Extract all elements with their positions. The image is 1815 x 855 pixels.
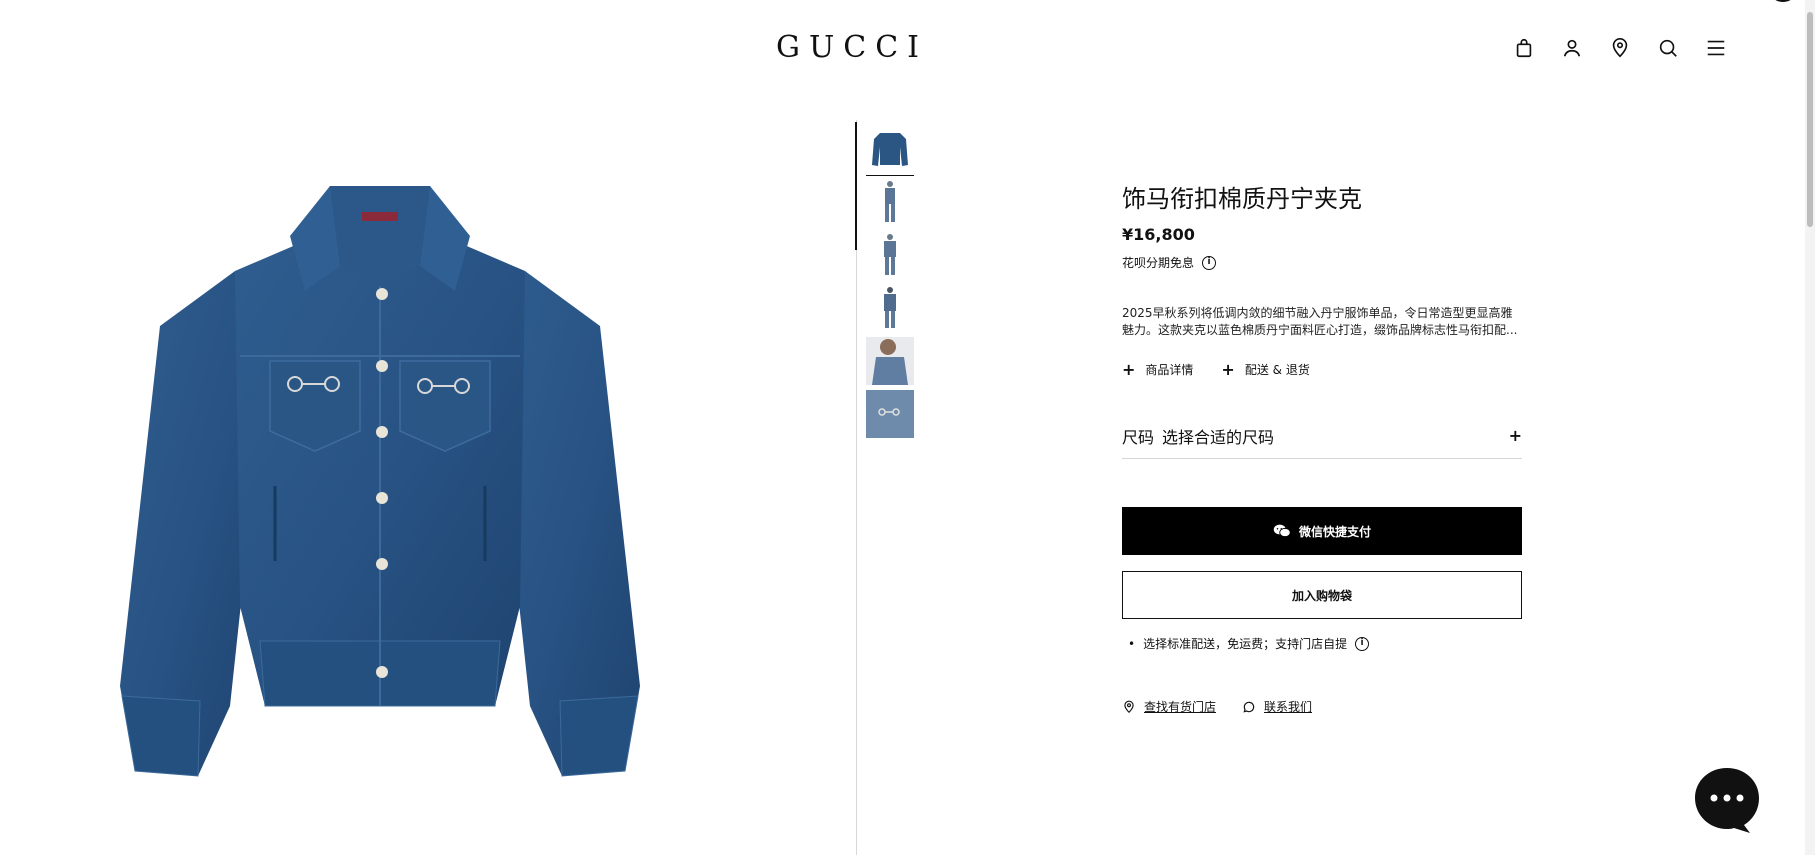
- size-selector-label: 尺码 选择合适的尺码: [1122, 424, 1282, 448]
- thumbnail-horsebit-detail[interactable]: [866, 390, 914, 438]
- find-store-link[interactable]: 查找有货门店: [1122, 698, 1216, 715]
- product-description: 2025早秋系列将低调内敛的细节融入丹宁服饰单品，令日常造型更显高雅 魅力。这款…: [1122, 305, 1522, 339]
- plus-icon: +: [1508, 426, 1522, 445]
- denim-jacket-image: [120, 186, 640, 777]
- description-line-1: 2025早秋系列将低调内敛的细节融入丹宁服饰单品，令日常造型更显高雅: [1122, 306, 1513, 320]
- add-to-bag-label: 加入购物袋: [1291, 588, 1352, 603]
- shopping-bag-icon[interactable]: [1512, 36, 1536, 60]
- shipping-note: • 选择标准配送，免运费；支持门店自提 i: [1122, 635, 1522, 652]
- site-header: GUCCI: [0, 0, 1815, 96]
- store-links: 查找有货门店 联系我们: [1122, 698, 1522, 715]
- thumbnail-model-side[interactable]: [866, 231, 914, 279]
- shipping-returns-link[interactable]: + 配送 & 退货: [1221, 361, 1309, 378]
- bullet: •: [1128, 636, 1136, 651]
- find-store-label: 查找有货门店: [1144, 700, 1217, 714]
- shipping-returns-label: 配送 & 退货: [1244, 363, 1310, 377]
- size-label: 尺码: [1122, 428, 1155, 447]
- thumbnail-model-closeup[interactable]: [866, 337, 914, 385]
- thumbnail-jacket-front[interactable]: [866, 125, 914, 176]
- size-placeholder: 选择合适的尺码: [1162, 428, 1275, 447]
- info-icon[interactable]: i: [1355, 636, 1370, 651]
- search-icon[interactable]: [1656, 36, 1680, 60]
- location-pin-icon: [1124, 700, 1134, 713]
- wechat-pay-label: 微信快捷支付: [1298, 524, 1371, 539]
- live-chat-button[interactable]: [1692, 765, 1762, 835]
- menu-icon[interactable]: [1704, 36, 1728, 60]
- wechat-icon: [1273, 524, 1291, 538]
- thumbnail-model-front[interactable]: [866, 178, 914, 226]
- shipping-note-text: 选择标准配送，免运费；支持门店自提: [1143, 637, 1348, 651]
- product-accordion-links: + 商品详情 + 配送 & 退货: [1122, 361, 1522, 378]
- location-pin-icon[interactable]: [1608, 36, 1632, 60]
- header-icons: [1512, 36, 1728, 60]
- chat-bubble-icon: [1243, 701, 1255, 713]
- product-hero-image: [0, 96, 856, 855]
- scrollbar-thumb[interactable]: [1807, 12, 1813, 227]
- chat-icon: [1695, 768, 1759, 833]
- contact-us-link[interactable]: 联系我们: [1242, 698, 1312, 715]
- installment-label: 花呗分期免息: [1122, 256, 1195, 270]
- user-icon[interactable]: [1560, 36, 1584, 60]
- product-details-link[interactable]: + 商品详情: [1122, 361, 1193, 378]
- wechat-pay-button[interactable]: 微信快捷支付: [1122, 507, 1522, 555]
- add-to-bag-button[interactable]: 加入购物袋: [1122, 571, 1522, 619]
- product-info-panel: 饰马衔扣棉质丹宁夹克 ¥16,800 花呗分期免息 i 2025早秋系列将低调内…: [1122, 183, 1522, 715]
- contact-label: 联系我们: [1264, 700, 1313, 714]
- info-icon[interactable]: i: [1202, 255, 1217, 270]
- product-price: ¥16,800: [1122, 225, 1195, 244]
- page-scrollbar[interactable]: [1805, 0, 1815, 855]
- product-details-label: 商品详情: [1145, 363, 1194, 377]
- corner-shape: [1773, 0, 1793, 2]
- plus-icon: +: [1122, 359, 1136, 379]
- size-selector[interactable]: 尺码 选择合适的尺码 +: [1122, 424, 1522, 459]
- installment-info: 花呗分期免息 i: [1122, 254, 1522, 271]
- product-title: 饰马衔扣棉质丹宁夹克: [1122, 185, 1362, 213]
- description-line-2: 魅力。这款夹克以蓝色棉质丹宁面料匠心打造，缀饰品牌标志性马衔扣配...: [1122, 323, 1518, 337]
- gallery-scroll-indicator: [855, 122, 857, 250]
- gucci-logo[interactable]: GUCCI: [776, 30, 924, 65]
- gallery-thumbnails: [866, 125, 914, 438]
- thumbnail-model-back[interactable]: [866, 284, 914, 332]
- plus-icon: +: [1221, 359, 1235, 379]
